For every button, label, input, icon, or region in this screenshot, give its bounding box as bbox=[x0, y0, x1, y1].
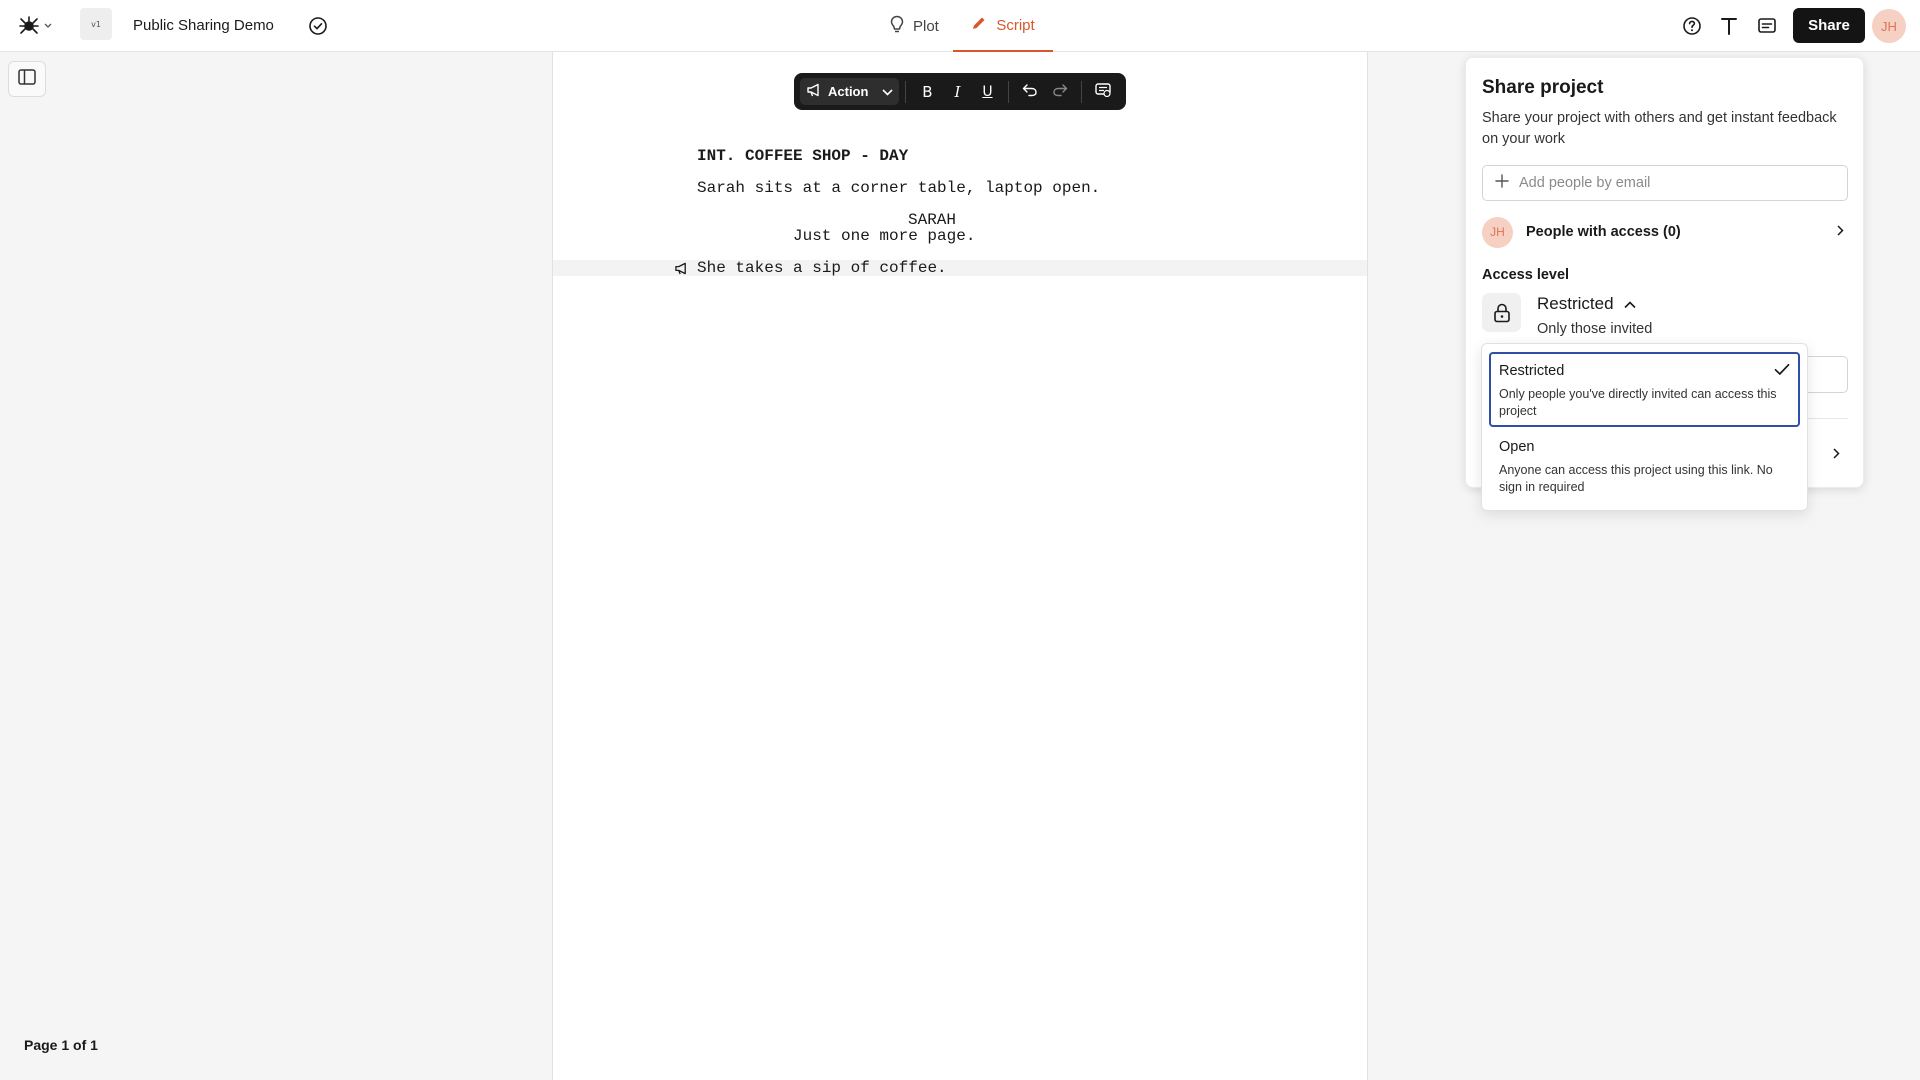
access-level-heading: Access level bbox=[1482, 267, 1570, 283]
typography-icon[interactable] bbox=[1716, 13, 1742, 39]
underline-label: U bbox=[982, 83, 993, 100]
help-icon[interactable] bbox=[1679, 13, 1705, 39]
tab-script[interactable]: Script bbox=[953, 0, 1053, 52]
project-title[interactable]: Public Sharing Demo bbox=[133, 16, 274, 36]
tab-plot-label: Plot bbox=[913, 17, 939, 35]
toolbar-divider bbox=[905, 80, 907, 103]
lightbulb-icon bbox=[890, 15, 904, 37]
script-page[interactable] bbox=[552, 52, 1368, 1080]
option-restricted[interactable]: Restricted Only people you've directly i… bbox=[1489, 352, 1800, 427]
app-menu-button[interactable] bbox=[18, 12, 52, 40]
email-field[interactable] bbox=[1482, 165, 1848, 201]
pencil-icon bbox=[971, 15, 987, 35]
sidebar-toggle-button[interactable] bbox=[8, 61, 46, 97]
tab-script-label: Script bbox=[996, 16, 1035, 34]
access-level-subtitle: Only those invited bbox=[1537, 321, 1653, 337]
comment-add-icon bbox=[1095, 82, 1112, 101]
redo-icon bbox=[1052, 83, 1068, 101]
top-bar: v1 Public Sharing Demo Plot Script Share… bbox=[0, 0, 1920, 52]
share-panel-title: Share project bbox=[1482, 77, 1604, 98]
scene-heading[interactable]: INT. COFFEE SHOP - DAY bbox=[697, 147, 908, 165]
italic-label: I bbox=[954, 82, 961, 101]
access-level-select[interactable]: Restricted bbox=[1537, 294, 1636, 314]
avatar: JH bbox=[1482, 216, 1513, 248]
option-description: Only people you've directly invited can … bbox=[1499, 387, 1777, 418]
bold-label: B bbox=[922, 82, 933, 101]
option-title: Restricted bbox=[1499, 363, 1565, 379]
share-button[interactable]: Share bbox=[1793, 8, 1865, 43]
access-level-value: Restricted bbox=[1537, 294, 1614, 313]
megaphone-icon bbox=[806, 83, 822, 100]
sidebar-icon bbox=[18, 68, 36, 90]
format-toolbar: Action B I U bbox=[794, 73, 1126, 110]
undo-icon bbox=[1022, 83, 1038, 101]
undo-button[interactable] bbox=[1015, 78, 1045, 106]
action-line[interactable]: Sarah sits at a corner table, laptop ope… bbox=[697, 179, 1100, 197]
document-thumbnail[interactable]: v1 bbox=[80, 8, 112, 40]
avatar[interactable]: JH bbox=[1872, 9, 1906, 43]
option-title: Open bbox=[1499, 439, 1535, 455]
plus-icon bbox=[1495, 173, 1509, 193]
chevron-right-icon[interactable] bbox=[1833, 446, 1840, 464]
option-description: Anyone can access this project using thi… bbox=[1499, 463, 1773, 494]
tab-plot[interactable]: Plot bbox=[884, 0, 945, 52]
check-icon bbox=[1774, 363, 1790, 381]
chevron-down-icon bbox=[44, 23, 52, 29]
element-type-label: Action bbox=[828, 84, 869, 99]
dialogue-line[interactable]: Just one more page. bbox=[793, 227, 975, 245]
underline-button[interactable]: U bbox=[972, 78, 1002, 106]
chevron-down-icon bbox=[882, 84, 894, 99]
doc-thumb-label: v1 bbox=[91, 19, 101, 29]
italic-button[interactable]: I bbox=[942, 78, 972, 106]
toolbar-divider bbox=[1008, 80, 1010, 103]
element-type-select[interactable]: Action bbox=[800, 78, 900, 105]
redo-button[interactable] bbox=[1045, 78, 1075, 106]
option-open[interactable]: Open Anyone can access this project usin… bbox=[1489, 428, 1800, 504]
chevron-right-icon bbox=[1837, 223, 1844, 241]
saved-check-icon[interactable] bbox=[306, 14, 330, 38]
chevron-up-icon bbox=[1623, 294, 1636, 314]
people-with-access-row[interactable]: JH People with access (0) bbox=[1482, 216, 1848, 248]
megaphone-icon bbox=[673, 260, 689, 276]
page-count: Page 1 of 1 bbox=[24, 1037, 98, 1053]
lock-icon bbox=[1482, 293, 1521, 332]
add-comment-button[interactable] bbox=[1088, 78, 1118, 106]
comments-icon[interactable] bbox=[1754, 13, 1780, 39]
toolbar-divider bbox=[1081, 80, 1083, 103]
email-input[interactable] bbox=[1519, 175, 1819, 191]
app-logo-icon bbox=[18, 15, 40, 37]
people-with-access-label: People with access (0) bbox=[1526, 224, 1681, 240]
access-level-dropdown: Restricted Only people you've directly i… bbox=[1481, 343, 1808, 511]
bold-button[interactable]: B bbox=[912, 78, 942, 106]
action-line-current[interactable]: She takes a sip of coffee. bbox=[697, 259, 947, 277]
share-panel-description: Share your project with others and get i… bbox=[1482, 110, 1837, 147]
